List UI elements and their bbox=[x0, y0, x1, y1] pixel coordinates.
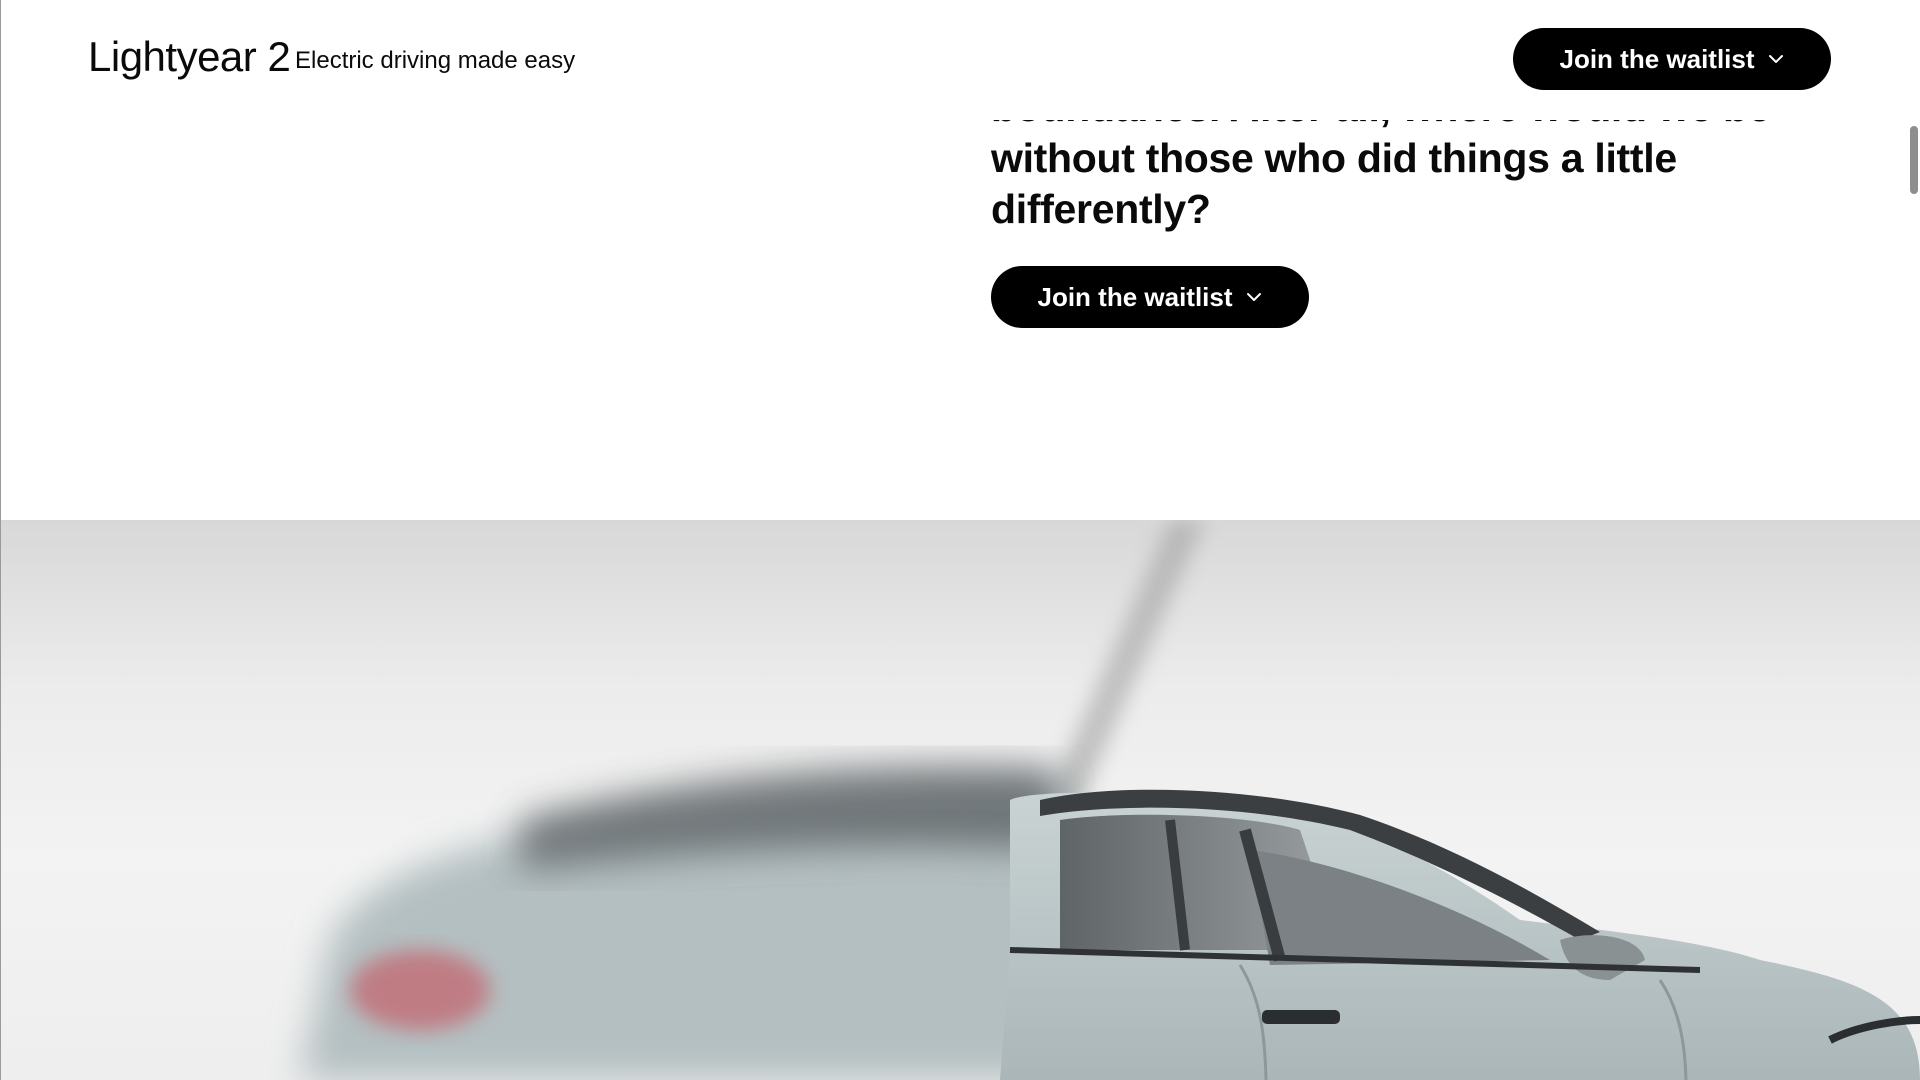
car-hero-image bbox=[0, 520, 1920, 1080]
site-header: Lightyear 2 Electric driving made easy J… bbox=[0, 0, 1920, 120]
window-edge bbox=[0, 0, 1, 1080]
chevron-down-icon bbox=[1768, 55, 1783, 63]
logo[interactable]: Lightyear 2 bbox=[88, 30, 291, 84]
statement-line: without those who did things a little bbox=[991, 135, 1677, 181]
scrollbar-thumb[interactable] bbox=[1910, 126, 1918, 194]
page-scrollbar[interactable] bbox=[1904, 0, 1920, 1080]
tagline: Electric driving made easy bbox=[295, 47, 576, 74]
statement-line: differently? bbox=[991, 186, 1211, 232]
header-join-waitlist-button[interactable]: Join the waitlist bbox=[1513, 28, 1831, 90]
header-join-waitlist-label: Join the waitlist bbox=[1559, 43, 1755, 74]
join-waitlist-label: Join the waitlist bbox=[1037, 281, 1233, 312]
car-illustration bbox=[300, 520, 1920, 1080]
join-waitlist-button[interactable]: Join the waitlist bbox=[991, 266, 1309, 328]
chevron-down-icon bbox=[1246, 293, 1261, 301]
